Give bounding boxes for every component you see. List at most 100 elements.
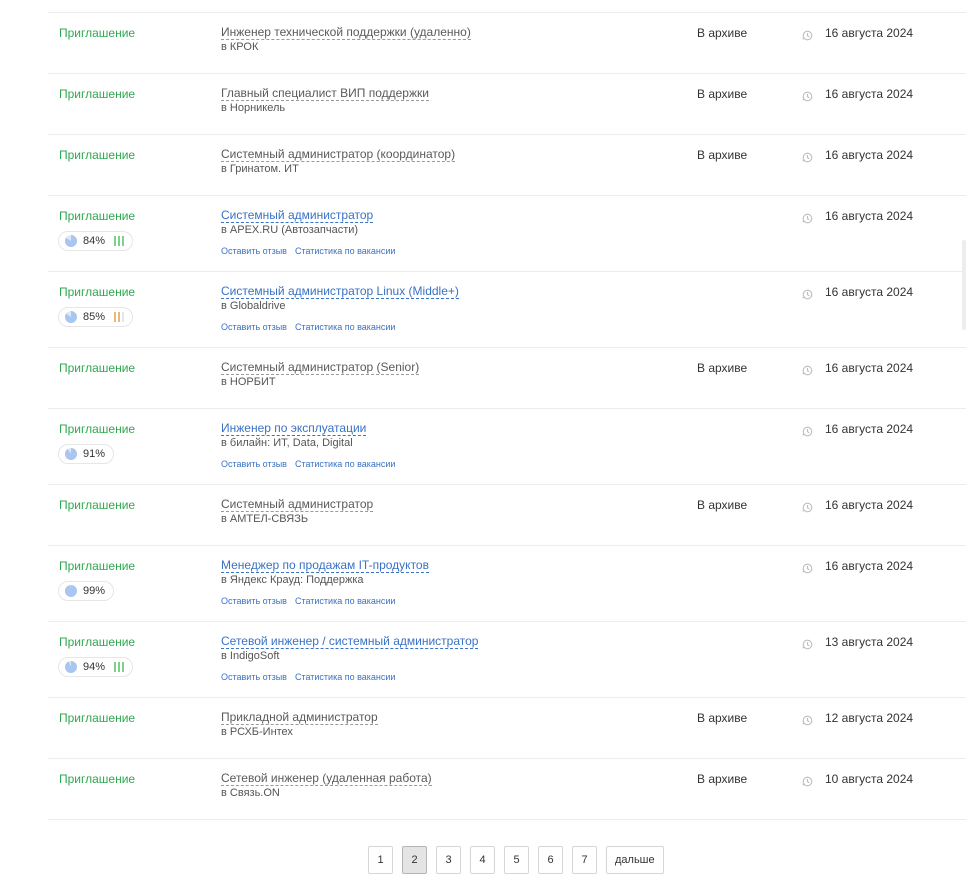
response-status: Приглашение [59,361,136,375]
company-name: в APEX.RU (Автозапчасти) [221,224,359,236]
page-button-2[interactable]: 2 [402,846,427,874]
match-percent: 99% [83,585,106,597]
list-item: Приглашение Системный администратор в АМТЕ… [48,485,966,546]
page-button-4[interactable]: 4 [470,846,495,874]
vacancy-title-link[interactable]: Главный специалист ВИП поддержки [221,86,429,101]
response-status: Приглашение [59,422,136,436]
history-icon[interactable] [802,28,813,41]
vacancy-title-link[interactable]: Системный администратор [221,497,374,512]
vacancy-title-link[interactable]: Системный администратор [221,208,374,223]
leave-feedback-link[interactable]: Оставить отзыв [221,459,287,469]
archive-status: В архиве [697,87,748,101]
history-icon[interactable] [802,637,813,650]
list-item: Приглашение Системный администратор в APEX… [48,196,966,272]
activity-bars-icon [114,236,125,246]
match-pie-icon [64,447,78,461]
company-name: в АМТЕЛ-СВЯЗЬ [221,513,309,525]
archive-status: В архиве [697,361,748,375]
vacancy-title-link[interactable]: Сетевой инженер / системный администрато… [221,634,479,649]
page-button-6[interactable]: 6 [538,846,563,874]
response-status: Приглашение [59,635,136,649]
archive-status: В архиве [697,772,748,786]
company-name: в КРОК [221,41,259,53]
list-item: Приглашение Прикладной администратор в РСХ… [48,698,966,759]
vacancy-actions: Оставить отзыв Статистика по вакансии [221,246,395,256]
next-page-button[interactable]: дальше [606,846,664,874]
company-name: в Связь.ON [221,787,280,799]
vacancy-stats-link[interactable]: Статистика по вакансии [295,322,396,332]
response-date: 16 августа 2024 [825,422,914,436]
vacancy-stats-link[interactable]: Статистика по вакансии [295,672,396,682]
list-item: Приглашение Инженер технической поддержки… [48,13,966,74]
match-percent: 91% [83,448,106,460]
company-name: в билайн: ИТ, Data, Digital [221,437,353,449]
history-icon[interactable] [802,561,813,574]
company-name: в Globaldrive [221,300,286,312]
response-status: Приглашение [59,26,136,40]
leave-feedback-link[interactable]: Оставить отзыв [221,246,287,256]
response-date: 16 августа 2024 [825,148,914,162]
responses-list: Приглашение Инженер технической поддержки… [48,12,966,820]
vacancy-stats-link[interactable]: Статистика по вакансии [295,459,396,469]
response-status: Приглашение [59,772,136,786]
match-percent: 85% [83,311,106,323]
history-icon[interactable] [802,774,813,787]
vacancy-stats-link[interactable]: Статистика по вакансии [295,596,396,606]
vacancy-title-link[interactable]: Инженер по эксплуатации [221,421,367,436]
history-icon[interactable] [802,287,813,300]
response-date: 16 августа 2024 [825,26,914,40]
company-name: в Норникель [221,102,286,114]
history-icon[interactable] [802,500,813,513]
company-name: в Гринатом. ИТ [221,163,299,175]
vacancy-title-link[interactable]: Сетевой инженер (удаленная работа) [221,771,432,786]
response-status: Приглашение [59,87,136,101]
response-date: 16 августа 2024 [825,285,914,299]
response-status: Приглашение [59,559,136,573]
vacancy-actions: Оставить отзыв Статистика по вакансии [221,596,395,606]
match-pie-icon [64,584,78,598]
response-date: 13 августа 2024 [825,635,914,649]
vacancy-title-link[interactable]: Системный администратор (Senior) [221,360,420,375]
list-item: Приглашение Системный администратор Linux… [48,272,966,348]
history-icon[interactable] [802,424,813,437]
response-date: 16 августа 2024 [825,559,914,573]
company-name: в IndigoSoft [221,650,280,662]
leave-feedback-link[interactable]: Оставить отзыв [221,672,287,682]
page-button-5[interactable]: 5 [504,846,529,874]
response-date: 10 августа 2024 [825,772,914,786]
list-item: Приглашение Сетевой инженер (удаленная ра… [48,759,966,820]
response-status: Приглашение [59,498,136,512]
match-percent: 84% [83,235,106,247]
vacancy-title-link[interactable]: Системный администратор (координатор) [221,147,456,162]
response-status: Приглашение [59,209,136,223]
history-icon[interactable] [802,89,813,102]
leave-feedback-link[interactable]: Оставить отзыв [221,322,287,332]
company-name: в РСХБ-Интех [221,726,293,738]
response-date: 16 августа 2024 [825,87,914,101]
company-name: в Яндекс Крауд: Поддержка [221,574,364,586]
match-pie-icon [64,234,78,248]
response-status: Приглашение [59,148,136,162]
history-icon[interactable] [802,150,813,163]
response-date: 16 августа 2024 [825,361,914,375]
vacancy-actions: Оставить отзыв Статистика по вакансии [221,322,395,332]
vacancy-stats-link[interactable]: Статистика по вакансии [295,246,396,256]
vacancy-title-link[interactable]: Системный администратор Linux (Middle+) [221,284,459,299]
history-icon[interactable] [802,713,813,726]
vacancy-title-link[interactable]: Менеджер по продажам IT-продуктов [221,558,429,573]
response-date: 16 августа 2024 [825,209,914,223]
archive-status: В архиве [697,148,748,162]
history-icon[interactable] [802,211,813,224]
history-icon[interactable] [802,363,813,376]
response-date: 16 августа 2024 [825,498,914,512]
vacancy-title-link[interactable]: Прикладной администратор [221,710,378,725]
leave-feedback-link[interactable]: Оставить отзыв [221,596,287,606]
page-button-1[interactable]: 1 [368,846,393,874]
list-item: Приглашение Системный администратор (Seni… [48,348,966,409]
scrollbar[interactable] [962,240,966,330]
page-button-7[interactable]: 7 [572,846,597,874]
archive-status: В архиве [697,498,748,512]
archive-status: В архиве [697,26,748,40]
vacancy-title-link[interactable]: Инженер технической поддержки (удаленно) [221,25,471,40]
page-button-3[interactable]: 3 [436,846,461,874]
